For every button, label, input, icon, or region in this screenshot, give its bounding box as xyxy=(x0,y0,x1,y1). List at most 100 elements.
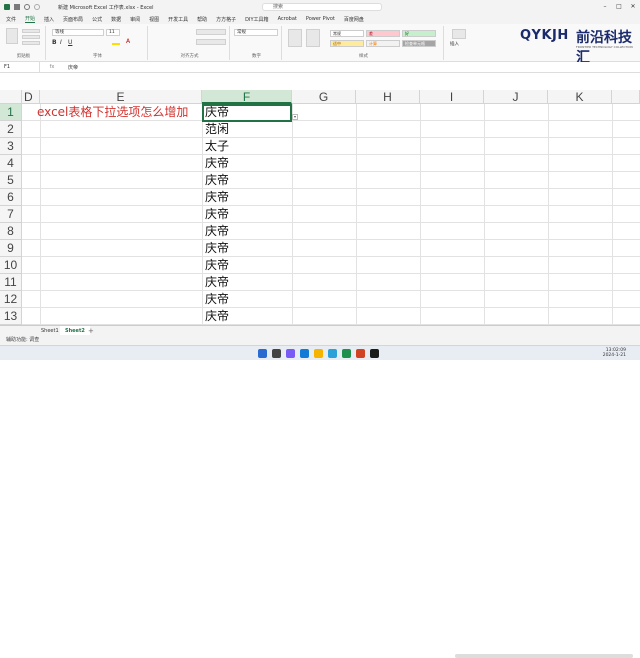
row-header-6[interactable]: 6 xyxy=(0,189,22,206)
copy-icon[interactable] xyxy=(22,35,40,39)
cell-f2[interactable]: 范闲 xyxy=(202,121,229,138)
underline-icon[interactable]: U xyxy=(68,39,72,46)
cell-f8[interactable]: 庆帝 xyxy=(202,223,229,240)
tab-insert[interactable]: 插入 xyxy=(44,16,54,23)
tab-home[interactable]: 开始 xyxy=(25,15,36,23)
title-cell-e1[interactable]: excel表格下拉选项怎么增加 xyxy=(34,104,188,121)
horizontal-scrollbar[interactable] xyxy=(455,654,633,658)
wrap-text-button[interactable] xyxy=(196,29,226,35)
row-header-3[interactable]: 3 xyxy=(0,138,22,155)
column-header-h[interactable]: H xyxy=(356,90,420,104)
minimize-icon[interactable]: – xyxy=(598,0,612,14)
search-input[interactable]: 搜索 xyxy=(262,3,382,11)
cells-group: 插入 xyxy=(446,26,476,60)
cell-f6[interactable]: 庆帝 xyxy=(202,189,229,206)
tab-developer[interactable]: 开发工具 xyxy=(168,16,188,23)
active-cell-f1[interactable] xyxy=(202,104,292,122)
cell-f3[interactable]: 太子 xyxy=(202,138,229,155)
insert-label[interactable]: 插入 xyxy=(450,41,459,47)
tab-ffgz[interactable]: 方方格子 xyxy=(216,16,236,23)
app2-icon[interactable] xyxy=(356,349,365,358)
cell-f13[interactable]: 庆帝 xyxy=(202,308,229,325)
tab-baidu[interactable]: 百度网盘 xyxy=(344,16,364,23)
row-header-11[interactable]: 11 xyxy=(0,274,22,291)
row-header-13[interactable]: 13 xyxy=(0,308,22,325)
bold-icon[interactable]: B xyxy=(52,39,57,46)
column-header-j[interactable]: J xyxy=(484,90,548,104)
font-name-select[interactable]: 等线 xyxy=(52,29,104,36)
conditional-format-button[interactable] xyxy=(288,29,302,47)
number-format-select[interactable]: 常规 xyxy=(234,29,278,36)
store-icon[interactable] xyxy=(328,349,337,358)
save-icon[interactable] xyxy=(14,4,20,10)
maximize-icon[interactable]: □ xyxy=(612,0,626,14)
format-painter-icon[interactable] xyxy=(22,41,40,45)
autosave-icon[interactable] xyxy=(4,4,10,10)
browser-icon[interactable] xyxy=(300,349,309,358)
tab-review[interactable]: 审阅 xyxy=(130,16,140,23)
grid-line xyxy=(22,256,640,257)
cut-icon[interactable] xyxy=(22,29,40,33)
column-header-g[interactable]: G xyxy=(292,90,356,104)
tab-data[interactable]: 数据 xyxy=(111,16,121,23)
undo-icon[interactable] xyxy=(24,4,30,10)
formula-input[interactable]: 庆帝 xyxy=(64,64,78,71)
row-header-4[interactable]: 4 xyxy=(0,155,22,172)
font-size-select[interactable]: 11 xyxy=(106,29,120,36)
style-neutral[interactable]: 适中 xyxy=(330,40,364,47)
tab-help[interactable]: 帮助 xyxy=(197,16,207,23)
cell-f10[interactable]: 庆帝 xyxy=(202,257,229,274)
row-header-9[interactable]: 9 xyxy=(0,240,22,257)
style-calculation[interactable]: 计算 xyxy=(366,40,400,47)
search-icon[interactable] xyxy=(272,349,281,358)
select-all-corner[interactable] xyxy=(0,90,22,104)
style-normal[interactable]: 常规 xyxy=(330,30,364,37)
fill-color-icon[interactable] xyxy=(112,40,120,45)
row-header-7[interactable]: 7 xyxy=(0,206,22,223)
cell-f11[interactable]: 庆帝 xyxy=(202,274,229,291)
column-header-k[interactable]: K xyxy=(548,90,612,104)
merge-center-button[interactable] xyxy=(196,39,226,45)
row-header-5[interactable]: 5 xyxy=(0,172,22,189)
style-bad[interactable]: 差 xyxy=(366,30,400,37)
close-icon[interactable]: ✕ xyxy=(626,0,640,14)
column-header-i[interactable]: I xyxy=(420,90,484,104)
tab-page-layout[interactable]: 页面布局 xyxy=(63,16,83,23)
row-header-1[interactable]: 1 xyxy=(0,104,22,121)
start-icon[interactable] xyxy=(258,349,267,358)
name-box[interactable]: F1 xyxy=(0,62,40,72)
app-icon[interactable] xyxy=(286,349,295,358)
fx-icon[interactable]: fx xyxy=(40,64,64,70)
folder-icon[interactable] xyxy=(314,349,323,358)
cell-f4[interactable]: 庆帝 xyxy=(202,155,229,172)
insert-cells-icon[interactable] xyxy=(452,29,466,39)
tab-formulas[interactable]: 公式 xyxy=(92,16,102,23)
font-color-icon[interactable]: A xyxy=(126,38,130,45)
row-header-8[interactable]: 8 xyxy=(0,223,22,240)
column-header-e[interactable]: E xyxy=(40,90,202,104)
tab-file[interactable]: 文件 xyxy=(6,16,16,23)
italic-icon[interactable]: I xyxy=(60,39,62,46)
column-header-f[interactable]: F xyxy=(202,90,292,104)
tab-acrobat[interactable]: Acrobat xyxy=(278,16,297,22)
column-header-d[interactable]: D xyxy=(22,90,40,104)
app3-icon[interactable] xyxy=(370,349,379,358)
row-header-10[interactable]: 10 xyxy=(0,257,22,274)
cell-f7[interactable]: 庆帝 xyxy=(202,206,229,223)
cell-f9[interactable]: 庆帝 xyxy=(202,240,229,257)
dropdown-arrow-icon[interactable]: ▾ xyxy=(292,114,298,120)
paste-icon[interactable] xyxy=(6,28,18,44)
tab-diy[interactable]: DIY工具箱 xyxy=(245,16,268,23)
column-header-partial[interactable] xyxy=(612,90,640,104)
format-table-button[interactable] xyxy=(306,29,320,47)
tab-view[interactable]: 视图 xyxy=(149,16,159,23)
tab-power-pivot[interactable]: Power Pivot xyxy=(306,16,335,22)
row-header-2[interactable]: 2 xyxy=(0,121,22,138)
cell-f12[interactable]: 庆帝 xyxy=(202,291,229,308)
style-check-cell[interactable]: 检查单元格 xyxy=(402,40,436,47)
row-header-12[interactable]: 12 xyxy=(0,291,22,308)
redo-icon[interactable] xyxy=(34,4,40,10)
style-good[interactable]: 好 xyxy=(402,30,436,37)
excel-icon[interactable] xyxy=(342,349,351,358)
cell-f5[interactable]: 庆帝 xyxy=(202,172,229,189)
